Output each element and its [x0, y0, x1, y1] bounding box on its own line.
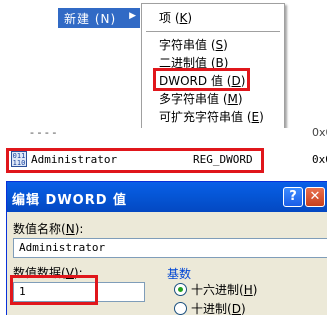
highlight-box-dword-menu — [153, 68, 250, 91]
close-button[interactable]: ✕ — [305, 187, 325, 207]
radio-hexadecimal-label: 十六进制 — [191, 283, 240, 297]
value-name-label-accel: N — [65, 222, 75, 236]
registry-value-data: 0x0 — [312, 153, 327, 166]
value-name-label: 数值名称(N): — [13, 222, 84, 236]
radio-hexadecimal-circle[interactable] — [174, 283, 187, 296]
menu-item-new[interactable]: 新建 (N) ▶ — [58, 8, 140, 28]
new-submenu: 项 (K) 字符串值 (S) 二进制值 (B) DWORD 值 (D) 多字符串… — [141, 3, 285, 129]
radio-decimal-circle[interactable] — [174, 302, 187, 315]
menu-item-key-accel: K — [179, 11, 188, 25]
dialog-titlebar[interactable]: 编辑 DWORD 值 ? ✕ — [7, 182, 327, 212]
value-name-field[interactable]: Administrator — [13, 238, 327, 258]
menu-item-string-value-accel: S — [215, 38, 224, 52]
base-group-title: 基数 — [167, 267, 192, 281]
menu-item-key[interactable]: 项 (K) — [159, 9, 192, 27]
menu-separator — [146, 31, 280, 32]
dialog-title: 编辑 DWORD 值 — [12, 193, 128, 208]
close-icon: ✕ — [309, 189, 321, 204]
cut-row-text: - - - - — [30, 128, 57, 136]
menu-item-multi-string-value-label: 多字符串值 — [159, 92, 220, 106]
menu-item-expandable-string-value-accel: E — [251, 110, 260, 124]
menu-item-expandable-string-value[interactable]: 可扩充字符串值 (E) — [159, 108, 264, 126]
radio-decimal-accel: D — [231, 302, 241, 316]
help-icon: ? — [289, 189, 297, 204]
value-name-label-text: 数值名称 — [13, 222, 62, 236]
radio-hexadecimal-accel: H — [243, 283, 253, 297]
radio-decimal-label: 十进制 — [191, 302, 228, 316]
radio-hexadecimal[interactable]: 十六进制(H) — [174, 282, 257, 298]
highlight-box-registry-row — [6, 148, 264, 173]
submenu-arrow-icon: ▶ — [129, 11, 136, 21]
registry-list-cut-row: - - - - 0x0 — [0, 128, 327, 148]
help-button[interactable]: ? — [283, 187, 303, 207]
menu-item-expandable-string-value-label: 可扩充字符串值 — [159, 110, 244, 124]
menu-item-multi-string-value[interactable]: 多字符串值 (M) — [159, 90, 243, 108]
highlight-box-value-data — [10, 275, 98, 305]
menu-item-new-shortcut: (N) — [94, 12, 117, 26]
menu-item-new-label: 新建 — [64, 12, 91, 26]
cut-row-right: 0x0 — [312, 128, 327, 136]
menu-item-string-value[interactable]: 字符串值 (S) — [159, 36, 228, 54]
menu-item-multi-string-value-accel: M — [227, 92, 238, 106]
menu-item-string-value-label: 字符串值 — [159, 38, 208, 52]
menu-item-key-label: 项 — [159, 11, 172, 25]
